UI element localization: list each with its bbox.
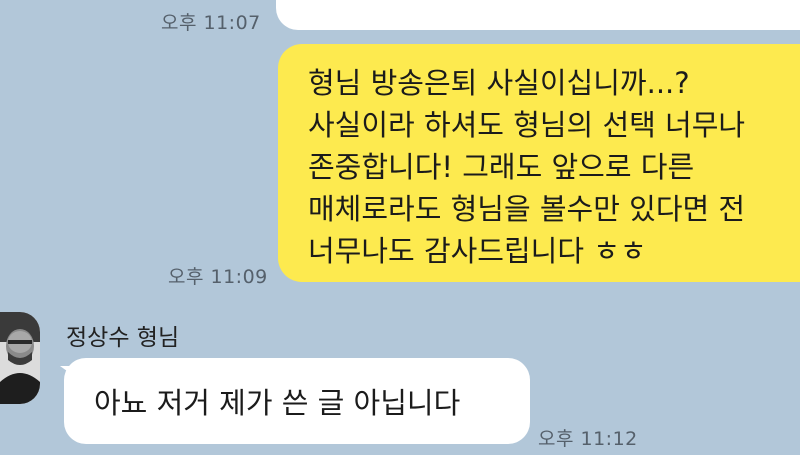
chat-window: 오후 11:07 형님 방송은퇴 사실이십니까...? 사실이라 하셔도 형님의… <box>0 0 800 455</box>
message-timestamp: 오후 11:12 <box>538 428 638 450</box>
outgoing-message-bubble[interactable]: 형님 방송은퇴 사실이십니까...? 사실이라 하셔도 형님의 선택 너무나 존… <box>278 44 800 282</box>
message-line: 형님 방송은퇴 사실이십니까...? <box>308 66 690 100</box>
message-timestamp: 오후 11:07 <box>161 12 261 34</box>
message-line: 사실이라 하셔도 형님의 선택 너무나 <box>308 108 746 142</box>
message-bubble-partial[interactable] <box>276 0 800 30</box>
profile-photo-icon <box>0 312 40 404</box>
message-timestamp: 오후 11:09 <box>168 266 268 288</box>
incoming-message-bubble[interactable]: 아뇨 저거 제가 쓴 글 아닙니다 <box>64 358 530 444</box>
message-line: 매체로라도 형님을 볼수만 있다면 전 <box>308 192 746 226</box>
message-line: 아뇨 저거 제가 쓴 글 아닙니다 <box>94 386 461 420</box>
sender-name[interactable]: 정상수 형님 <box>66 318 179 352</box>
message-line: 너무나도 감사드립니다 ㅎㅎ <box>308 234 647 268</box>
message-line: 존중합니다! 그래도 앞으로 다른 <box>308 150 695 184</box>
avatar[interactable] <box>0 312 40 404</box>
